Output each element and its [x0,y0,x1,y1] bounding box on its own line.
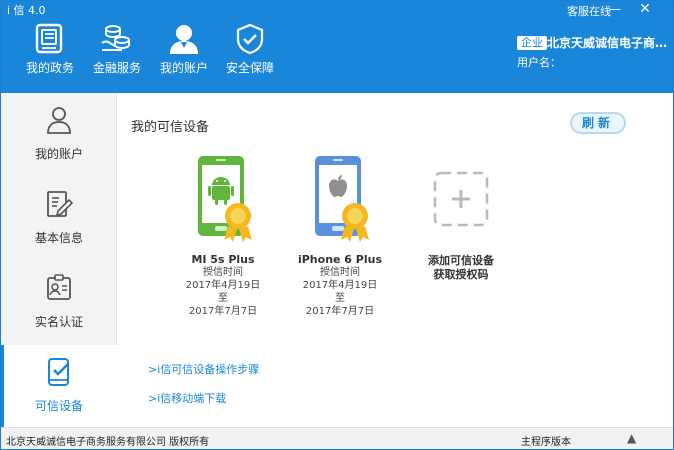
device-name: MI 5s Plus [191,253,255,266]
person-icon [47,107,71,134]
add-device-label: 添加可信设备 [428,254,494,267]
sidebar-item-my-account[interactable]: 我的账户 [1,93,117,177]
nav-label: 金融服务 [92,61,141,75]
get-auth-code-label: 获取授权码 [433,268,489,281]
sidebar-item-label: 可信设备 [34,399,83,413]
auth-time-label: 授信时间 [320,267,360,278]
sidebar-item-basic-info[interactable]: 基本信息 [1,177,117,261]
enterprise-badge: 企业 [517,36,547,50]
active-indicator [1,345,4,427]
auth-date-separator: 至 [335,293,345,304]
status-bar: 北京天威诚信电子商务服务有限公司 版权所有 主程序版本 ▲ [1,427,673,449]
auth-time-label: 授信时间 [203,267,243,278]
copyright-text: 北京天威诚信电子商务服务有限公司 版权所有 [6,437,210,448]
device-name: iPhone 6 Plus [297,253,383,266]
nav-my-government-affairs[interactable]: 我的政务 [15,23,85,87]
company-name: 北京天威诚信电子商务... [547,36,671,50]
trusted-device-icon [48,358,69,386]
apple-phone-icon [315,156,369,242]
add-trusted-device-button[interactable]: 添加可信设备 获取授权码 [406,153,516,282]
refresh-button[interactable]: 刷新 [570,112,626,134]
auth-end-date: 2017年7月7日 [188,306,258,317]
edit-document-icon [47,191,74,217]
shield-icon [236,23,264,55]
sidebar-item-trusted-devices[interactable]: 可信设备 [1,345,117,429]
page-title: 我的可信设备 [131,120,210,135]
mobile-download-link[interactable]: >i信移动端下载 [148,390,226,406]
auth-start-date: 2017年4月19日 [302,280,378,291]
nav-label: 安全保障 [225,61,274,75]
username-label: 用户名： [517,56,561,69]
minimize-button[interactable]: — [605,1,625,17]
device-card-android[interactable]: MI 5s Plus 授信时间 2017年4月19日 至 2017年7月7日 [168,153,278,318]
sidebar-item-label: 实名认证 [34,315,83,329]
sidebar-item-label: 我的账户 [34,147,83,161]
nav-label: 我的账户 [159,61,208,75]
operation-steps-link[interactable]: >i信可信设备操作步骤 [148,361,259,377]
device-card-iphone[interactable]: iPhone 6 Plus 授信时间 2017年4月19日 至 2017年7月7… [285,153,395,318]
close-button[interactable]: ✕ [635,1,655,17]
add-icon [433,171,489,227]
main-content: 我的可信设备 刷新 MI 5s Plus 授信时间 2017年4月19日 至 2… [118,93,673,427]
app-window: i 信 4.0 客服在线 — ✕ 我的政务 金融服务 我的账户 安全保障 企业 … [0,0,674,450]
header-bar: i 信 4.0 客服在线 — ✕ 我的政务 金融服务 我的账户 安全保障 企业 … [1,1,673,93]
auth-date-separator: 至 [218,293,228,304]
nav-financial-services[interactable]: 金融服务 [82,23,152,87]
document-icon [35,23,63,54]
nav-label: 我的政务 [25,61,74,75]
auth-start-date: 2017年4月19日 [185,280,261,291]
up-arrow-icon[interactable]: ▲ [627,431,636,445]
sidebar: 我的账户 基本信息 实名认证 可信设备 [1,93,117,429]
android-phone-icon [198,156,252,242]
sidebar-item-real-name-auth[interactable]: 实名认证 [1,261,117,345]
nav-security[interactable]: 安全保障 [215,23,285,87]
auth-end-date: 2017年7月7日 [305,306,375,317]
user-icon [170,25,198,54]
window-title: i 信 4.0 [7,4,46,17]
main-program-version-label: 主程序版本 [521,437,571,448]
id-card-icon [47,274,71,300]
sidebar-item-label: 基本信息 [34,231,83,245]
coins-icon [101,25,130,51]
nav-my-account[interactable]: 我的账户 [149,23,219,87]
